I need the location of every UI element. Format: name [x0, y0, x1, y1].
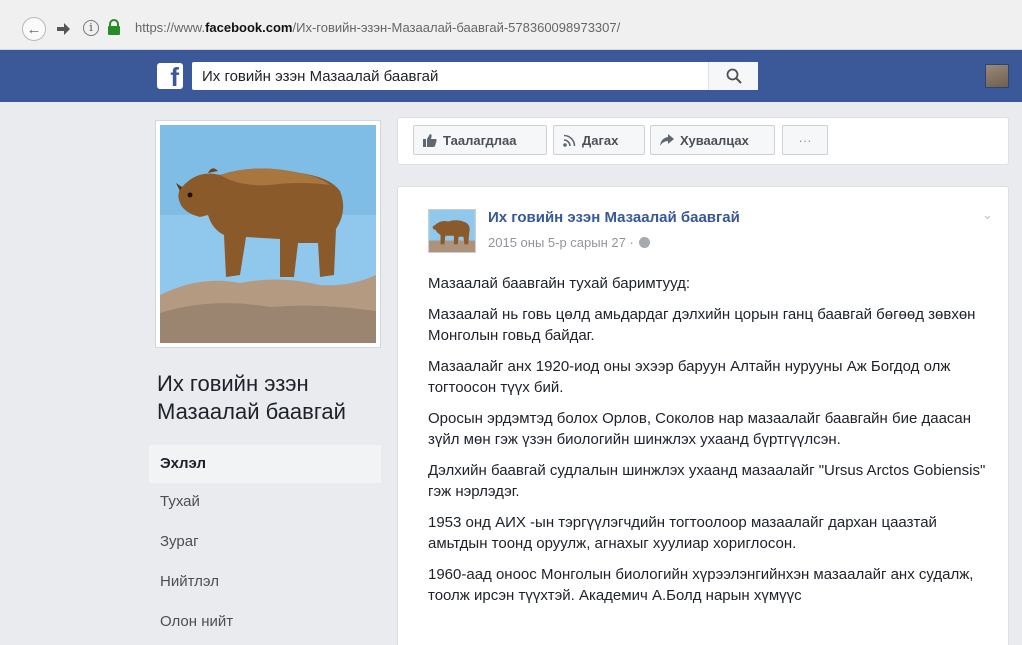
post-paragraph: 1960-аад оноос Монголын биологийн хүрээл… — [428, 566, 974, 604]
post-text: Мазаалай баавгайн тухай баримтууд: Мазаа… — [428, 273, 988, 616]
url-domain: facebook.com — [205, 20, 293, 35]
post-paragraph: Мазаалайг анх 1920-иод оны эхээр баруун … — [428, 358, 951, 396]
thumbs-up-icon — [423, 133, 437, 147]
url-field[interactable]: https://www.facebook.com/Их-говийн-эзэн-… — [135, 20, 620, 35]
page-title: Их говийн эзэн Мазаалай баавгай — [157, 371, 346, 424]
forward-arrow-icon[interactable] — [52, 18, 74, 40]
page-action-bar: Таалагдлаа Дагах Хуваалцах ··· — [397, 117, 1009, 165]
like-button-label: Таалагдлаа — [443, 132, 517, 148]
page-nav: Эхлэл Тухай Зураг Нийтлэл Олон нийт — [149, 445, 381, 643]
globe-icon — [639, 237, 651, 248]
follow-button-label: Дагах — [582, 132, 619, 148]
facebook-logo-icon[interactable]: f — [157, 63, 183, 89]
chevron-down-icon[interactable]: ⌄ — [982, 207, 993, 223]
post-timestamp-text: 2015 оны 5-р сарын 27 · — [488, 235, 634, 250]
post-author-link[interactable]: Их говийн эзэн Мазаалай баавгай — [488, 209, 740, 226]
browser-address-bar: ← i https://www.facebook.com/Их-говийн-э… — [0, 0, 1022, 50]
facebook-page-window: ← i https://www.facebook.com/Их-говийн-э… — [0, 0, 1022, 645]
nav-item-photos[interactable]: Зураг — [149, 523, 381, 563]
share-button-label: Хуваалцах — [680, 132, 749, 148]
bear-photo — [160, 125, 376, 343]
post-timestamp[interactable]: 2015 оны 5-р сарын 27 · — [488, 235, 651, 250]
post-paragraph: Мазаалай нь говь цөлд амьдардаг дэлхийн … — [428, 306, 976, 344]
more-options-label: ··· — [798, 132, 812, 148]
user-avatar[interactable] — [985, 64, 1009, 88]
lock-icon — [107, 19, 121, 40]
post-paragraph: Мазаалай баавгайн тухай баримтууд: — [428, 275, 691, 292]
post-paragraph: 1953 онд АИХ -ын тэргүүлэгчдийн тогтооло… — [428, 514, 937, 552]
follow-button[interactable]: Дагах — [553, 125, 645, 155]
nav-item-about[interactable]: Тухай — [149, 483, 381, 523]
nav-item-home[interactable]: Эхлэл — [149, 445, 381, 483]
search-input[interactable]: Их говийн эзэн Мазаалай баавгай — [192, 62, 758, 90]
post-paragraph: Дэлхийн баавгай судлалын шинжлэх ухаанд … — [428, 462, 986, 500]
profile-picture[interactable] — [155, 120, 381, 348]
post-author-avatar[interactable] — [428, 209, 476, 253]
url-path: /Их-говийн-эзэн-Мазаалай-баавгай-5783600… — [292, 20, 621, 35]
rss-icon — [563, 134, 576, 147]
url-prefix: https://www. — [135, 20, 206, 35]
search-input-value: Их говийн эзэн Мазаалай баавгай — [202, 68, 439, 85]
like-button[interactable]: Таалагдлаа — [413, 125, 547, 155]
nav-item-posts[interactable]: Нийтлэл — [149, 563, 381, 603]
share-arrow-icon — [660, 134, 674, 146]
nav-item-community[interactable]: Олон нийт — [149, 603, 381, 643]
search-button[interactable] — [708, 62, 758, 90]
post-card: Их говийн эзэн Мазаалай баавгай 2015 оны… — [397, 186, 1009, 645]
more-options-button[interactable]: ··· — [782, 125, 828, 155]
search-icon — [726, 68, 742, 84]
info-icon[interactable]: i — [83, 20, 99, 36]
post-paragraph: Оросын эрдэмтэд болох Орлов, Соколов нар… — [428, 410, 972, 448]
back-arrow-icon[interactable]: ← — [22, 17, 46, 41]
share-button[interactable]: Хуваалцах — [650, 125, 775, 155]
